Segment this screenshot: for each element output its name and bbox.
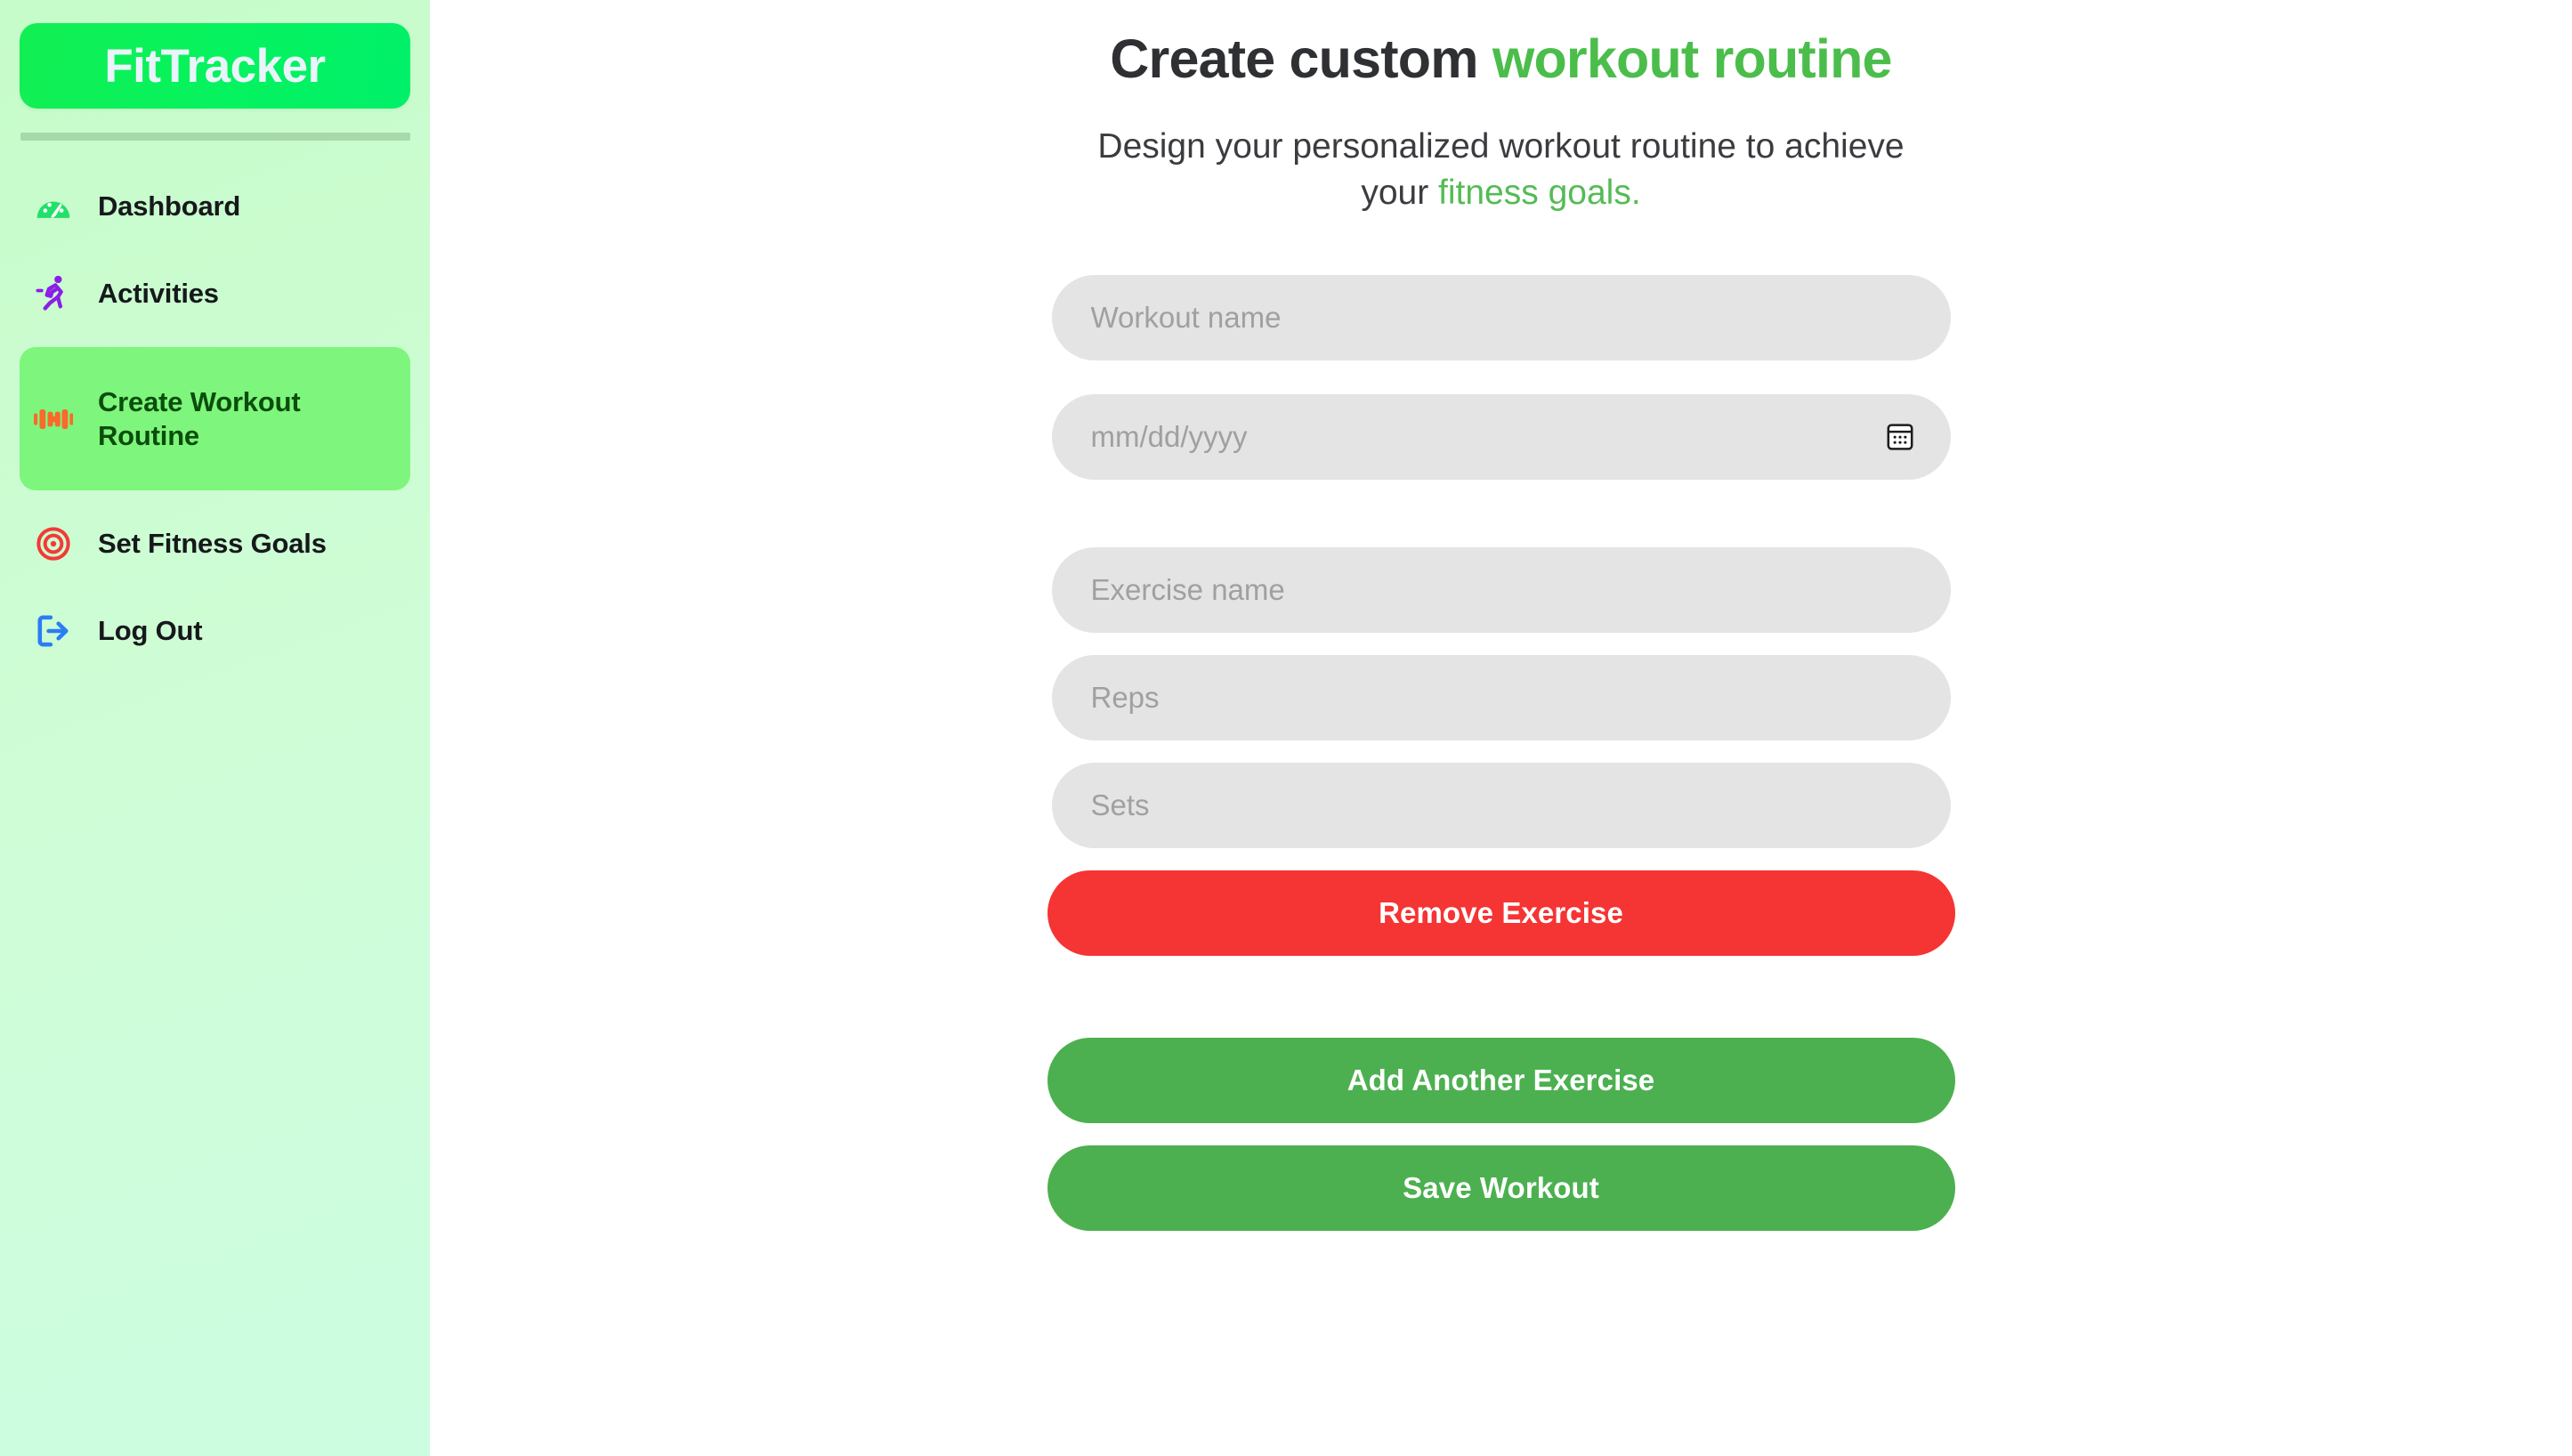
sidebar-item-set-fitness-goals[interactable]: Set Fitness Goals bbox=[20, 510, 410, 578]
sidebar-item-create-workout-routine[interactable]: Create Workout Routine bbox=[20, 347, 410, 490]
sidebar-item-label: Dashboard bbox=[98, 190, 241, 222]
sidebar-item-label: Activities bbox=[98, 278, 219, 310]
page-subtitle-accent: fitness goals. bbox=[1438, 174, 1641, 213]
sidebar-item-log-out[interactable]: Log Out bbox=[20, 597, 410, 665]
page-title-plain: Create custom bbox=[1110, 28, 1492, 89]
app-root: FitTracker Dashboard Activities Create W… bbox=[0, 0, 2572, 1456]
sidebar-divider bbox=[20, 133, 410, 141]
page-subtitle: Design your personalized workout routine… bbox=[1074, 124, 1929, 216]
reps-input[interactable] bbox=[1051, 654, 1951, 740]
brand-name: FitTracker bbox=[104, 39, 326, 93]
main-content: Create custom workout routine Design you… bbox=[430, 0, 2572, 1456]
remove-exercise-button[interactable]: Remove Exercise bbox=[1047, 870, 1955, 956]
running-person-icon bbox=[32, 272, 75, 315]
brand-logo[interactable]: FitTracker bbox=[20, 23, 410, 109]
workout-name-input[interactable] bbox=[1051, 274, 1951, 360]
page-title-accent: workout routine bbox=[1492, 28, 1893, 89]
add-another-exercise-button[interactable]: Add Another Exercise bbox=[1047, 1037, 1955, 1123]
sets-input[interactable] bbox=[1051, 762, 1951, 848]
sidebar-nav: Dashboard Activities Create Workout Rout… bbox=[20, 173, 410, 665]
workout-date-input[interactable] bbox=[1051, 393, 1951, 480]
workout-date-row bbox=[1051, 393, 1951, 480]
logout-arrow-icon bbox=[32, 610, 75, 652]
target-icon bbox=[32, 522, 75, 565]
save-workout-button[interactable]: Save Workout bbox=[1047, 1145, 1955, 1231]
sidebar-item-activities[interactable]: Activities bbox=[20, 260, 410, 328]
workout-form: Remove Exercise Add Another Exercise Sav… bbox=[1047, 274, 1955, 1231]
calendar-icon[interactable] bbox=[1887, 423, 1913, 451]
dumbbell-icon bbox=[32, 398, 75, 441]
speedometer-icon bbox=[32, 185, 75, 228]
sidebar-item-dashboard[interactable]: Dashboard bbox=[20, 173, 410, 240]
page-title: Create custom workout routine bbox=[1110, 27, 1893, 92]
sidebar-item-label: Set Fitness Goals bbox=[98, 528, 327, 560]
exercise-name-input[interactable] bbox=[1051, 546, 1951, 633]
sidebar: FitTracker Dashboard Activities Create W… bbox=[0, 0, 430, 1456]
sidebar-item-label: Log Out bbox=[98, 615, 203, 647]
sidebar-item-label: Create Workout Routine bbox=[98, 385, 301, 451]
